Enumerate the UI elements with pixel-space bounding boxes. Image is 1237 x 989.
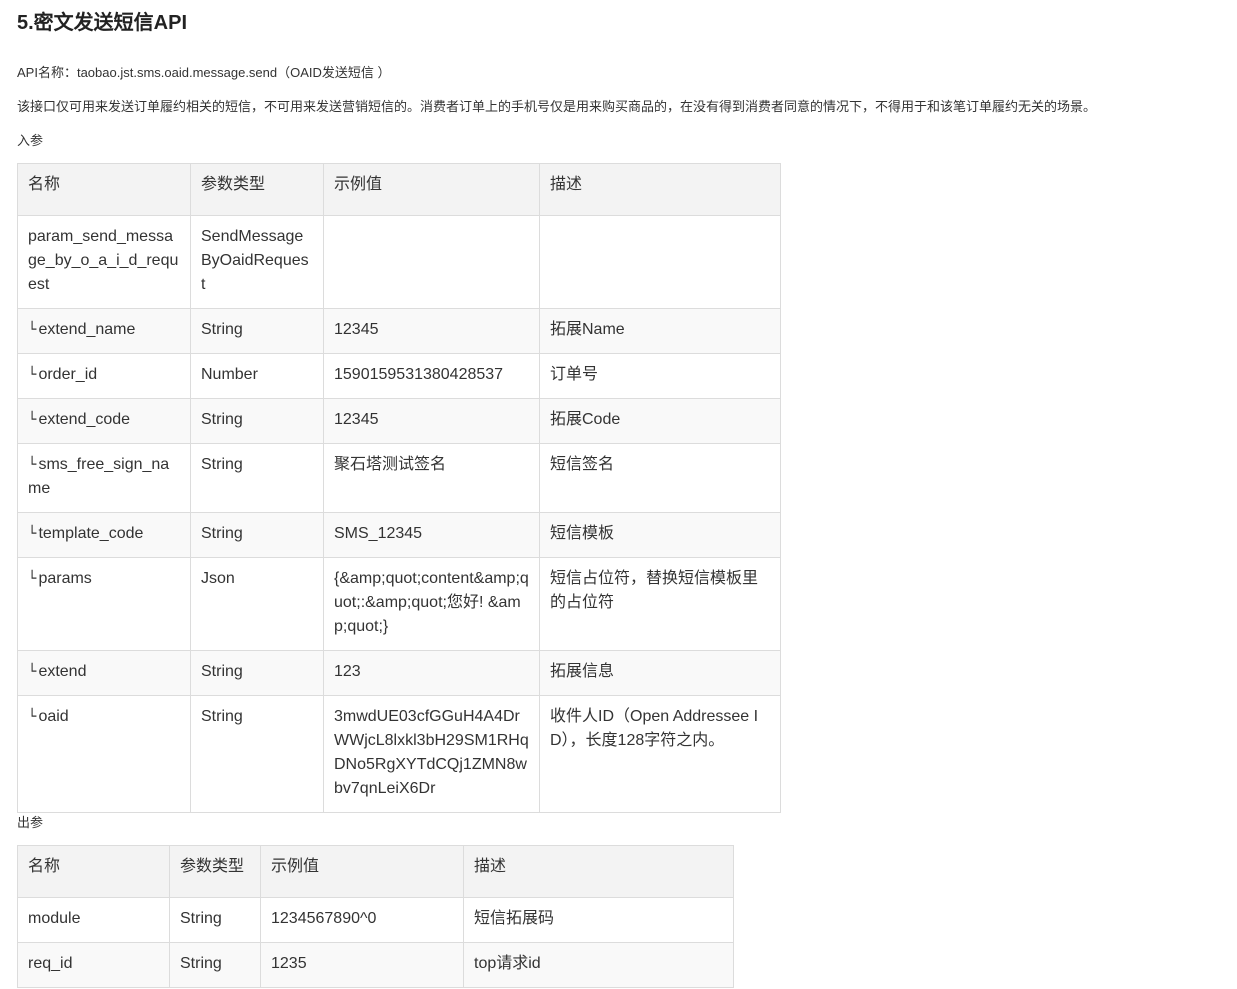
table-row: └ oaid String 3mwdUE03cfGGuH4A4DrWWjcL8lx… xyxy=(17,695,781,813)
page-title: 5.密文发送短信API xyxy=(17,12,188,34)
param-name: params xyxy=(38,570,92,587)
param-type: String xyxy=(169,942,261,988)
table-row: req_id String 1235 top请求id xyxy=(17,942,734,988)
param-name-cell: └ oaid xyxy=(17,695,191,813)
table-row: param_send_message_by_o_a_i_d_request Se… xyxy=(17,215,781,309)
param-name: template_code xyxy=(38,525,144,542)
param-name: extend_name xyxy=(38,321,136,338)
column-header-description: 描述 xyxy=(463,845,734,898)
output-params-table: 名称 参数类型 示例值 描述 module String 1234567890^… xyxy=(17,845,734,988)
param-name: req_id xyxy=(17,942,170,988)
table-row: └ template_code String SMS_12345 短信模板 xyxy=(17,512,781,558)
column-header-description: 描述 xyxy=(539,163,781,216)
usage-notice: 该接口仅可用来发送订单履约相关的短信，不可用来发送营销短信的。消费者订单上的手机… xyxy=(17,99,1097,114)
child-indent-icon: └ xyxy=(28,457,37,473)
child-indent-icon: └ xyxy=(28,571,37,587)
param-name-cell: └ extend_name xyxy=(17,308,191,354)
param-type: String xyxy=(190,308,324,354)
input-params-table: 名称 参数类型 示例值 描述 param_send_message_by_o_a… xyxy=(17,163,781,813)
column-header-name: 名称 xyxy=(17,163,191,216)
param-example: 1235 xyxy=(260,942,464,988)
param-type: SendMessageByOaidRequest xyxy=(190,215,324,309)
param-example xyxy=(323,215,540,309)
param-name: module xyxy=(17,897,170,943)
param-name: oaid xyxy=(38,708,69,725)
param-description: 拓展信息 xyxy=(539,650,781,696)
param-name-cell: └ extend_code xyxy=(17,398,191,444)
input-params-label: 入参 xyxy=(17,133,44,148)
param-type: String xyxy=(190,650,324,696)
child-indent-icon: └ xyxy=(28,526,37,542)
output-params-label: 出参 xyxy=(17,815,44,830)
param-type: String xyxy=(169,897,261,943)
param-type: String xyxy=(190,512,324,558)
param-name-cell: └ order_id xyxy=(17,353,191,399)
table-row: └ extend String 123 拓展信息 xyxy=(17,650,781,696)
table-row: └ sms_free_sign_name String 聚石塔测试签名 短信签名 xyxy=(17,443,781,513)
child-indent-icon: └ xyxy=(28,322,37,338)
column-header-example: 示例值 xyxy=(260,845,464,898)
column-header-example: 示例值 xyxy=(323,163,540,216)
table-row: └ order_id Number 1590159531380428537 订单号 xyxy=(17,353,781,399)
param-description: 拓展Name xyxy=(539,308,781,354)
param-name-cell: └ params xyxy=(17,557,191,651)
child-indent-icon: └ xyxy=(28,367,37,383)
param-type: Number xyxy=(190,353,324,399)
table-row: └ extend_name String 12345 拓展Name xyxy=(17,308,781,354)
param-description: 短信模板 xyxy=(539,512,781,558)
param-type: String xyxy=(190,398,324,444)
param-type: Json xyxy=(190,557,324,651)
param-example: 123 xyxy=(323,650,540,696)
param-name-cell: └ extend xyxy=(17,650,191,696)
column-header-name: 名称 xyxy=(17,845,170,898)
column-header-type: 参数类型 xyxy=(190,163,324,216)
table-row: └ extend_code String 12345 拓展Code xyxy=(17,398,781,444)
param-description: 短信签名 xyxy=(539,443,781,513)
child-indent-icon: └ xyxy=(28,412,37,428)
param-name: extend xyxy=(38,663,87,680)
param-description: 收件人ID（Open Addressee ID），长度128字符之内。 xyxy=(539,695,781,813)
api-name-text: API名称：taobao.jst.sms.oaid.message.send（O… xyxy=(17,65,391,80)
param-name: extend_code xyxy=(38,411,131,428)
param-description: 短信拓展码 xyxy=(463,897,734,943)
table-header-row: 名称 参数类型 示例值 描述 xyxy=(17,163,781,216)
table-row: module String 1234567890^0 短信拓展码 xyxy=(17,897,734,943)
param-name-cell: └ template_code xyxy=(17,512,191,558)
param-description xyxy=(539,215,781,309)
child-indent-icon: └ xyxy=(28,709,37,725)
table-header-row: 名称 参数类型 示例值 描述 xyxy=(17,845,734,898)
table-row: └ params Json {&amp;quot;content&amp;quot… xyxy=(17,557,781,651)
param-example: 1234567890^0 xyxy=(260,897,464,943)
param-type: String xyxy=(190,695,324,813)
param-example: 聚石塔测试签名 xyxy=(323,443,540,513)
param-description: 拓展Code xyxy=(539,398,781,444)
column-header-type: 参数类型 xyxy=(169,845,261,898)
param-example: 12345 xyxy=(323,398,540,444)
param-description: 订单号 xyxy=(539,353,781,399)
param-example: 3mwdUE03cfGGuH4A4DrWWjcL8lxkl3bH29SM1RHq… xyxy=(323,695,540,813)
param-name: sms_free_sign_name xyxy=(28,456,170,497)
param-type: String xyxy=(190,443,324,513)
param-example: {&amp;quot;content&amp;quot;:&amp;quot;您… xyxy=(323,557,540,651)
param-description: 短信占位符，替换短信模板里的占位符 xyxy=(539,557,781,651)
param-example: 12345 xyxy=(323,308,540,354)
param-example: 1590159531380428537 xyxy=(323,353,540,399)
param-description: top请求id xyxy=(463,942,734,988)
child-indent-icon: └ xyxy=(28,664,37,680)
param-example: SMS_12345 xyxy=(323,512,540,558)
param-name-cell: └ sms_free_sign_name xyxy=(17,443,191,513)
param-name: param_send_message_by_o_a_i_d_request xyxy=(17,215,191,309)
param-name: order_id xyxy=(38,366,98,383)
